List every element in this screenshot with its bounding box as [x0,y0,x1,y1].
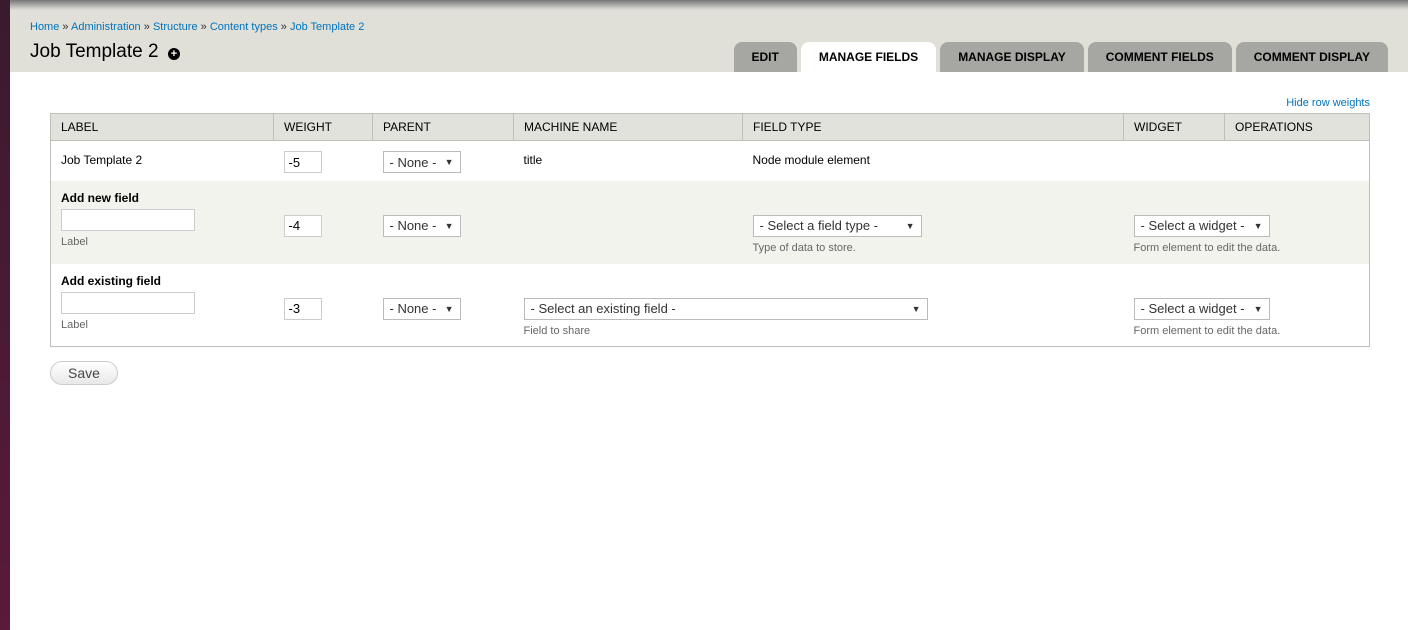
widget-select[interactable]: - Select a widget - ▼ [1133,297,1270,320]
weight-input[interactable] [283,214,322,237]
col-machine-name: MACHINE NAME [513,113,743,141]
row-label: Job Template 2 [61,153,143,167]
tab-comment-display[interactable]: COMMENT DISPLAY [1235,42,1388,72]
breadcrumb-home[interactable]: Home [30,21,59,33]
parent-select[interactable]: - None - ▼ [382,297,461,320]
add-new-field-heading: Add new field [61,190,139,205]
dropdown-arrow-icon: ▼ [1253,303,1263,314]
col-operations: OPERATIONS [1224,113,1370,141]
field-type-description: Type of data to store. [752,241,856,254]
breadcrumb: Home » Administration » Structure » Cont… [30,21,364,33]
dropdown-arrow-icon: ▼ [444,157,454,167]
col-weight: WEIGHT [273,113,373,141]
breadcrumb-content-types[interactable]: Content types [210,21,278,33]
breadcrumb-administration[interactable]: Administration [71,21,141,33]
separator: » [143,21,150,33]
col-label: LABEL [50,113,274,141]
add-shortcut-icon[interactable]: + [168,48,180,60]
dropdown-arrow-icon: ▼ [1253,220,1263,231]
add-existing-field-heading: Add existing field [61,273,162,288]
save-button[interactable]: Save [50,361,118,385]
existing-field-value: - Select an existing field - [530,301,676,316]
dropdown-arrow-icon: ▼ [911,303,921,314]
field-type: Node module element [752,153,870,167]
add-existing-field-row: Add existing field Label - None - ▼ - Sel… [51,264,1370,347]
col-parent: PARENT [372,113,514,141]
dropdown-arrow-icon: ▼ [444,303,454,314]
field-type-select[interactable]: - Select a field type - ▼ [752,214,922,237]
weight-input[interactable] [283,297,322,320]
parent-select[interactable]: - None - ▼ [382,214,461,237]
dropdown-arrow-icon: ▼ [444,220,454,231]
tab-edit[interactable]: EDIT [733,42,797,72]
widget-value: - Select a widget - [1140,301,1245,316]
widget-description: Form element to edit the data. [1133,324,1281,337]
page-title: Job Template 2 [30,41,159,62]
machine-name: title [523,153,543,167]
col-field-type: FIELD TYPE [742,113,1124,141]
desktop-edge [0,0,10,630]
parent-value: - None - [389,154,437,170]
existing-field-label-input[interactable] [61,291,195,314]
table-row: Job Template 2 - None - ▼ title Node modu… [51,141,1370,181]
existing-field-select[interactable]: - Select an existing field - ▼ [523,297,928,320]
col-widget: WIDGET [1123,113,1225,141]
parent-value: - None - [389,301,437,316]
breadcrumb-structure[interactable]: Structure [153,21,198,33]
parent-select[interactable]: - None - ▼ [382,151,461,173]
tabs: EDIT MANAGE FIELDS MANAGE DISPLAY COMMEN… [733,42,1388,72]
fields-table: LABEL WEIGHT PARENT MACHINE NAME FIELD T… [50,113,1370,347]
widget-value: - Select a widget - [1140,218,1245,233]
breadcrumb-job-template[interactable]: Job Template 2 [290,21,364,33]
tab-comment-fields[interactable]: COMMENT FIELDS [1087,42,1232,72]
separator: » [280,21,287,33]
field-type-value: - Select a field type - [759,218,879,233]
parent-value: - None - [389,218,437,233]
label-description: Label [61,235,88,248]
add-new-field-row: Add new field Label - None - ▼ - Select a… [50,180,1370,264]
hide-row-weights-link[interactable]: Hide row weights [1286,97,1370,109]
existing-field-description: Field to share [523,324,591,337]
label-description: Label [61,318,88,331]
widget-description: Form element to edit the data. [1133,241,1281,254]
tab-manage-fields[interactable]: MANAGE FIELDS [800,42,937,72]
tab-manage-display[interactable]: MANAGE DISPLAY [940,42,1084,72]
weight-input[interactable] [283,151,322,173]
dropdown-arrow-icon: ▼ [905,220,915,231]
top-shadow [10,0,1408,10]
widget-select[interactable]: - Select a widget - ▼ [1133,214,1270,237]
separator: » [200,21,207,33]
new-field-label-input[interactable] [61,208,195,231]
separator: » [62,21,69,33]
